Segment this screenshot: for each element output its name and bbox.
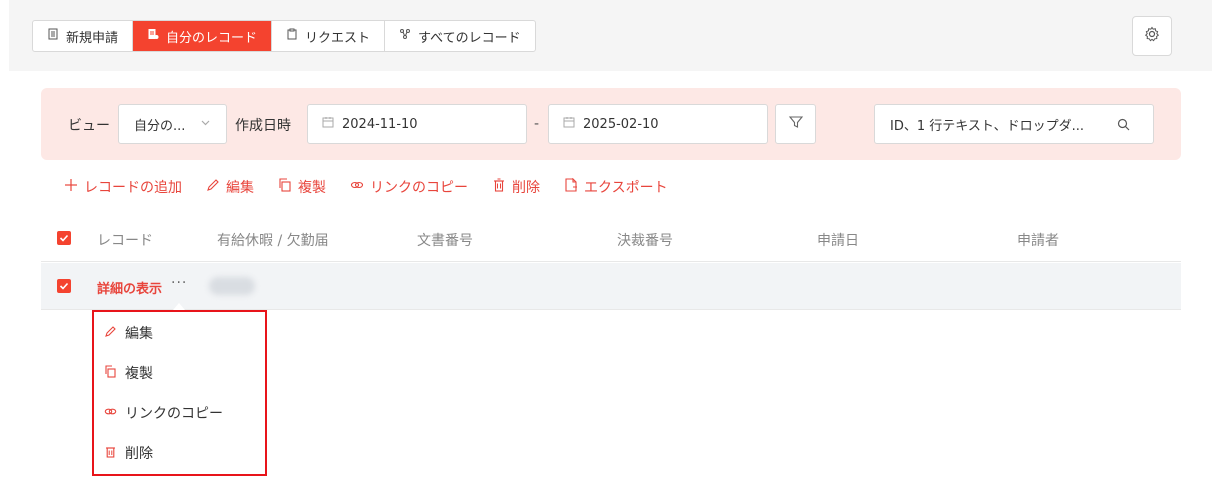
- select-all-checkbox[interactable]: [57, 231, 71, 245]
- duplicate-button[interactable]: 複製: [278, 177, 326, 197]
- menu-item-label: リンクのコピー: [125, 406, 223, 422]
- edit-button[interactable]: 編集: [206, 177, 254, 197]
- tab-all-records[interactable]: すべてのレコード: [385, 21, 535, 51]
- export-button[interactable]: エクスポート: [564, 177, 668, 197]
- column-header-approval-number[interactable]: 決裁番号: [617, 230, 673, 250]
- menu-item-duplicate[interactable]: 複製: [104, 363, 153, 383]
- tab-label: すべてのレコード: [418, 30, 521, 46]
- table-row: 詳細の表示 ···: [41, 263, 1181, 310]
- search-input[interactable]: ID、1 行テキスト、ドロップダ...: [874, 104, 1154, 144]
- plus-icon: [64, 178, 78, 196]
- menu-item-label: 複製: [125, 366, 153, 382]
- trash-icon: [492, 178, 506, 196]
- search-icon[interactable]: [1117, 118, 1130, 135]
- filter-bar: ビュー 自分の... 作成日時 2024-11-10 - 2025-02-10 …: [41, 88, 1181, 160]
- all-records-icon: [399, 28, 411, 44]
- menu-item-copy-link[interactable]: リンクのコピー: [104, 403, 223, 423]
- column-header-applicant[interactable]: 申請者: [1017, 230, 1059, 250]
- my-records-icon: [147, 28, 159, 44]
- tab-label: リクエスト: [305, 30, 371, 46]
- calendar-icon: [322, 116, 334, 132]
- date-from-value: 2024-11-10: [342, 116, 418, 132]
- menu-item-delete[interactable]: 削除: [104, 443, 153, 463]
- redacted-value: [209, 277, 255, 295]
- trash-icon: [104, 445, 117, 462]
- link-icon: [350, 178, 364, 196]
- tab-label: 新規申請: [66, 30, 119, 46]
- menu-item-label: 削除: [125, 446, 153, 462]
- column-header-document-number[interactable]: 文書番号: [417, 230, 473, 250]
- clipboard-icon: [286, 28, 298, 44]
- row-context-menu: 編集 複製 リンクのコピー 削除: [92, 310, 267, 476]
- tab-label: 自分のレコード: [166, 30, 258, 46]
- action-label: エクスポート: [584, 180, 668, 196]
- filter-button[interactable]: [775, 104, 816, 144]
- date-to-value: 2025-02-10: [583, 116, 659, 132]
- date-to-input[interactable]: 2025-02-10: [548, 104, 768, 144]
- menu-item-label: 編集: [125, 326, 153, 342]
- action-label: リンクのコピー: [370, 180, 468, 196]
- copy-icon: [104, 364, 117, 382]
- view-select[interactable]: 自分の...: [118, 104, 227, 144]
- action-label: 複製: [298, 180, 326, 196]
- filter-icon: [788, 114, 804, 134]
- view-select-value: 自分の...: [134, 118, 186, 134]
- pencil-icon: [104, 325, 117, 342]
- date-separator: -: [534, 116, 540, 132]
- row-checkbox[interactable]: [57, 279, 71, 293]
- column-header-record[interactable]: レコード: [97, 230, 153, 250]
- action-label: 編集: [226, 180, 254, 196]
- column-header-application-date[interactable]: 申請日: [817, 230, 859, 250]
- tab-requests[interactable]: リクエスト: [272, 21, 386, 51]
- pencil-icon: [206, 178, 220, 196]
- action-bar: レコードの追加 編集 複製 リンクのコピー 削除 エクスポート: [64, 176, 668, 198]
- action-label: レコードの追加: [84, 180, 182, 196]
- tab-my-records[interactable]: 自分のレコード: [133, 21, 273, 51]
- settings-button[interactable]: [1132, 16, 1172, 56]
- date-from-input[interactable]: 2024-11-10: [307, 104, 527, 144]
- created-date-label: 作成日時: [235, 118, 291, 134]
- menu-item-edit[interactable]: 編集: [104, 323, 153, 343]
- view-details-link[interactable]: 詳細の表示: [97, 278, 162, 297]
- copy-icon: [278, 178, 292, 196]
- table-header: レコード 有給休暇 / 欠勤届 文書番号 決裁番号 申請日 申請者: [41, 214, 1181, 262]
- copy-link-button[interactable]: リンクのコピー: [350, 177, 468, 197]
- menu-pointer: [173, 303, 185, 310]
- delete-button[interactable]: 削除: [492, 177, 540, 197]
- chevron-down-icon: [200, 117, 211, 132]
- row-more-button[interactable]: ···: [171, 275, 187, 291]
- calendar-icon: [563, 116, 575, 132]
- search-input-placeholder: ID、1 行テキスト、ドロップダ...: [890, 118, 1084, 134]
- export-icon: [564, 177, 578, 196]
- action-label: 削除: [512, 180, 540, 196]
- add-record-button[interactable]: レコードの追加: [64, 177, 182, 197]
- view-label: ビュー: [68, 118, 110, 134]
- tab-new-application[interactable]: 新規申請: [33, 21, 134, 51]
- column-header-leave[interactable]: 有給休暇 / 欠勤届: [217, 230, 329, 250]
- link-icon: [104, 405, 117, 422]
- document-icon: [47, 28, 59, 44]
- gear-icon: [1144, 26, 1160, 46]
- view-tabs: 新規申請 自分のレコード リクエスト すべてのレコード: [32, 20, 536, 52]
